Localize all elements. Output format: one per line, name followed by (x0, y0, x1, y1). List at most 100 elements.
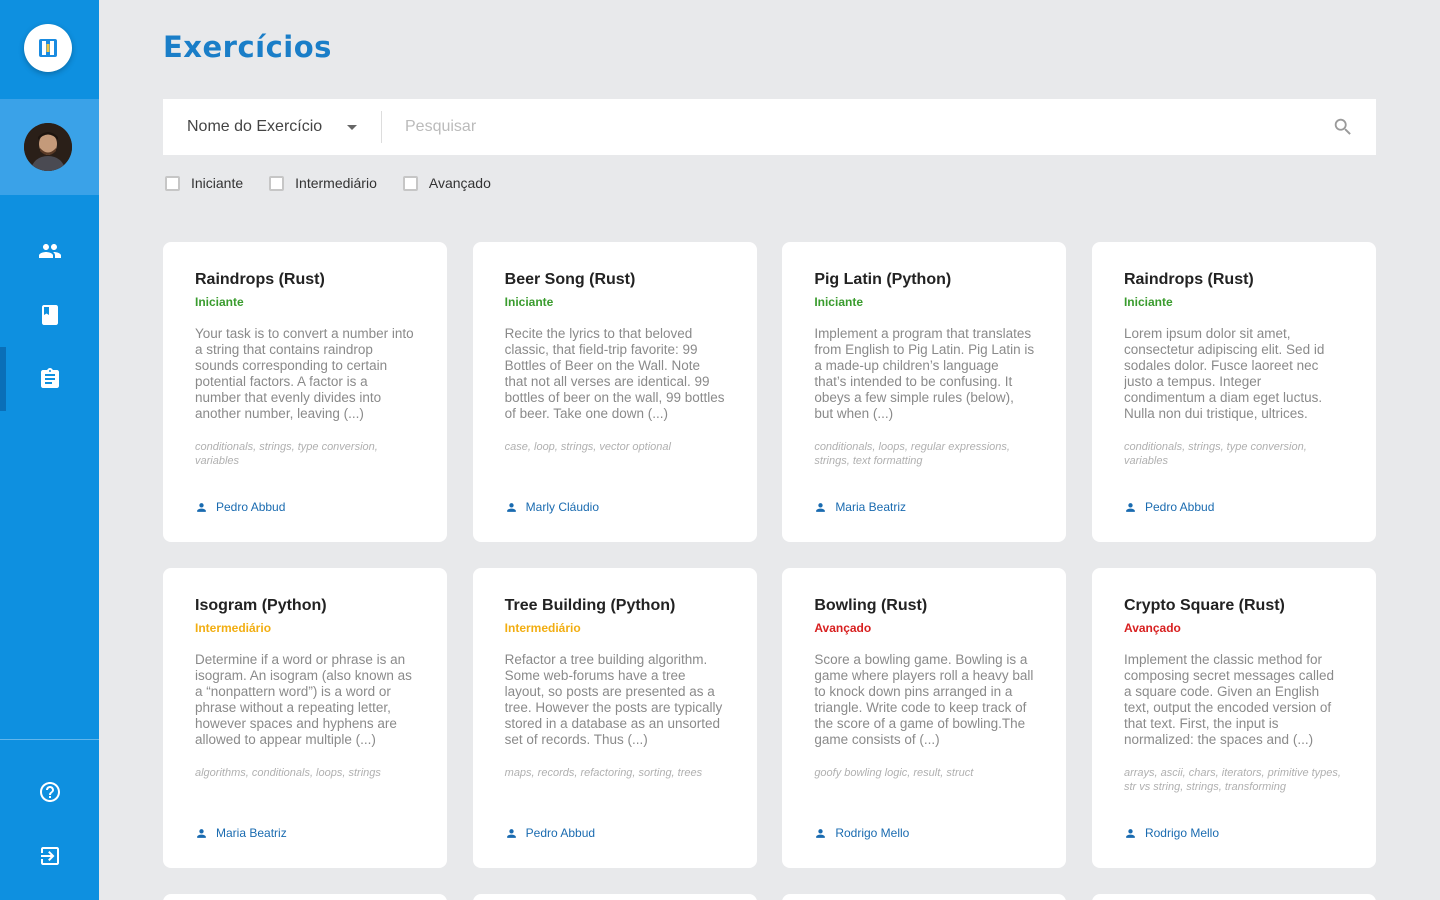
filter-advanced-label: Avançado (428, 175, 491, 191)
exercise-card[interactable]: Raindrops (Rust) Iniciante Lorem ipsum d… (1091, 242, 1376, 542)
exercise-card-partial[interactable] (163, 894, 447, 900)
person-icon (197, 502, 206, 512)
page-title: Exercícios (163, 30, 332, 64)
exercise-description: Implement a program that translates from… (814, 326, 1035, 421)
person-icon (1126, 828, 1135, 838)
author-name: Marly Cláudio (525, 500, 600, 514)
exercise-title: Crypto Square (Rust) (1123, 597, 1285, 614)
chevron-down-icon[interactable] (347, 125, 357, 130)
person-icon (816, 828, 826, 838)
sidebar (0, 0, 99, 900)
exercise-tags: case, loop, strings, vector optional (504, 441, 671, 453)
exercise-card-partial[interactable] (782, 894, 1067, 900)
filter-intermediate[interactable]: Intermediário (269, 175, 377, 191)
filter-intermediate-label: Intermediário (295, 175, 377, 191)
filter-beginner-label: Iniciante (191, 175, 244, 191)
exercise-author[interactable]: Marly Cláudio (505, 500, 599, 514)
profile-area (0, 99, 99, 195)
exercise-author[interactable]: Rodrigo Mello (814, 826, 909, 840)
level-filters: Iniciante Intermediário Avançado (165, 175, 517, 191)
exercise-author[interactable]: Pedro Abbud (195, 500, 285, 514)
exercise-author[interactable]: Pedro Abbud (505, 826, 595, 840)
exercise-title: Pig Latin (Python) (814, 271, 952, 288)
exercise-grid: Raindrops (Rust) Iniciante Your task is … (163, 242, 1376, 900)
exercise-card[interactable]: Bowling (Rust) Avançado Score a bowling … (782, 568, 1067, 868)
author-name: Rodrigo Mello (1144, 826, 1220, 840)
exercise-level: Avançado (1123, 621, 1181, 635)
exercise-description: Determine if a word or phrase is an isog… (195, 652, 412, 747)
people-icon (38, 244, 61, 258)
exercise-tags: conditionals, strings, type conversion, … (1123, 441, 1307, 467)
exercise-title: Isogram (Python) (195, 597, 327, 614)
exercise-title: Bowling (Rust) (814, 597, 928, 614)
person-icon (197, 828, 206, 838)
exercise-tags: maps, records, refactoring, sorting, tre… (504, 767, 703, 779)
nav-item-courses[interactable] (0, 283, 99, 347)
help-icon (39, 782, 60, 802)
avatar-image (24, 123, 72, 171)
exercise-description: Lorem ipsum dolor sit amet, consectetur … (1123, 326, 1325, 421)
exercise-tags: conditionals, strings, type conversion, … (195, 441, 378, 467)
exercise-tags: goofy bowling logic, result, struct (814, 767, 974, 779)
author-name: Pedro Abbud (216, 500, 286, 514)
author-name: Rodrigo Mello (835, 826, 910, 840)
exercise-level: Intermediário (195, 621, 272, 635)
avatar[interactable] (24, 123, 72, 171)
logo-icon (39, 39, 57, 57)
exercise-author[interactable]: Maria Beatriz (195, 826, 287, 840)
exercise-card[interactable]: Pig Latin (Python) Iniciante Implement a… (782, 242, 1067, 542)
filter-beginner[interactable]: Iniciante (165, 175, 243, 191)
exit-icon (40, 847, 59, 865)
search-field-select[interactable]: Nome do Exercício (187, 99, 322, 155)
exercise-author[interactable]: Pedro Abbud (1124, 500, 1214, 514)
exercise-card[interactable]: Isogram (Python) Intermediário Determine… (163, 568, 447, 868)
exercise-description: Recite the lyrics to that beloved classi… (504, 326, 725, 421)
author-name: Pedro Abbud (1144, 500, 1215, 514)
person-icon (816, 502, 826, 512)
exercise-level: Iniciante (504, 295, 554, 309)
exercise-title: Tree Building (Python) (504, 597, 676, 614)
nav-item-users[interactable] (0, 219, 99, 283)
exercise-level: Intermediário (504, 621, 581, 635)
intermediate-checkbox[interactable] (269, 175, 285, 191)
search-input[interactable] (405, 99, 1305, 155)
exercise-description: Implement the classic method for composi… (1123, 652, 1335, 747)
exercise-card-partial[interactable] (472, 894, 757, 900)
exercise-tags: arrays, ascii, chars, iterators, primiti… (1123, 767, 1341, 793)
exercise-card[interactable]: Beer Song (Rust) Iniciante Recite the ly… (472, 242, 757, 542)
advanced-checkbox[interactable] (402, 175, 418, 191)
exercise-level: Avançado (814, 621, 872, 635)
author-name: Pedro Abbud (525, 826, 596, 840)
search-bar: Nome do Exercício (163, 99, 1376, 155)
person-icon (1126, 502, 1135, 512)
exercise-card-partial[interactable] (1091, 894, 1376, 900)
clipboard-icon (40, 368, 59, 388)
exercise-title: Raindrops (Rust) (195, 271, 325, 288)
exercise-card[interactable]: Crypto Square (Rust) Avançado Implement … (1091, 568, 1376, 868)
exercise-description: Score a bowling game. Bowling is a game … (814, 652, 1034, 747)
search-icon[interactable] (1332, 116, 1354, 138)
beginner-checkbox[interactable] (165, 175, 180, 191)
exercise-tags: conditionals, loops, regular expressions… (814, 441, 1010, 467)
exercise-level: Iniciante (814, 295, 863, 309)
exercise-author[interactable]: Rodrigo Mello (1124, 826, 1219, 840)
help-button[interactable] (0, 760, 99, 824)
author-name: Maria Beatriz (835, 500, 906, 514)
search-divider (381, 111, 382, 143)
author-name: Maria Beatriz (216, 826, 287, 840)
person-icon (506, 502, 516, 512)
filter-advanced[interactable]: Avançado (402, 175, 491, 191)
exercise-tags: algorithms, conditionals, loops, strings (195, 767, 381, 779)
book-icon (41, 305, 58, 325)
exercise-card[interactable]: Tree Building (Python) Intermediário Ref… (472, 568, 757, 868)
exercise-card[interactable]: Raindrops (Rust) Iniciante Your task is … (163, 242, 447, 542)
person-icon (506, 828, 516, 838)
app-logo[interactable] (24, 24, 72, 72)
exercise-level: Iniciante (1123, 295, 1173, 309)
sidebar-divider (0, 739, 99, 740)
search-field-select-label: Nome do Exercício (187, 118, 323, 135)
nav-item-exercises[interactable] (0, 347, 99, 411)
exercise-level: Iniciante (195, 295, 244, 309)
exercise-author[interactable]: Maria Beatriz (814, 500, 906, 514)
logout-button[interactable] (0, 824, 99, 888)
